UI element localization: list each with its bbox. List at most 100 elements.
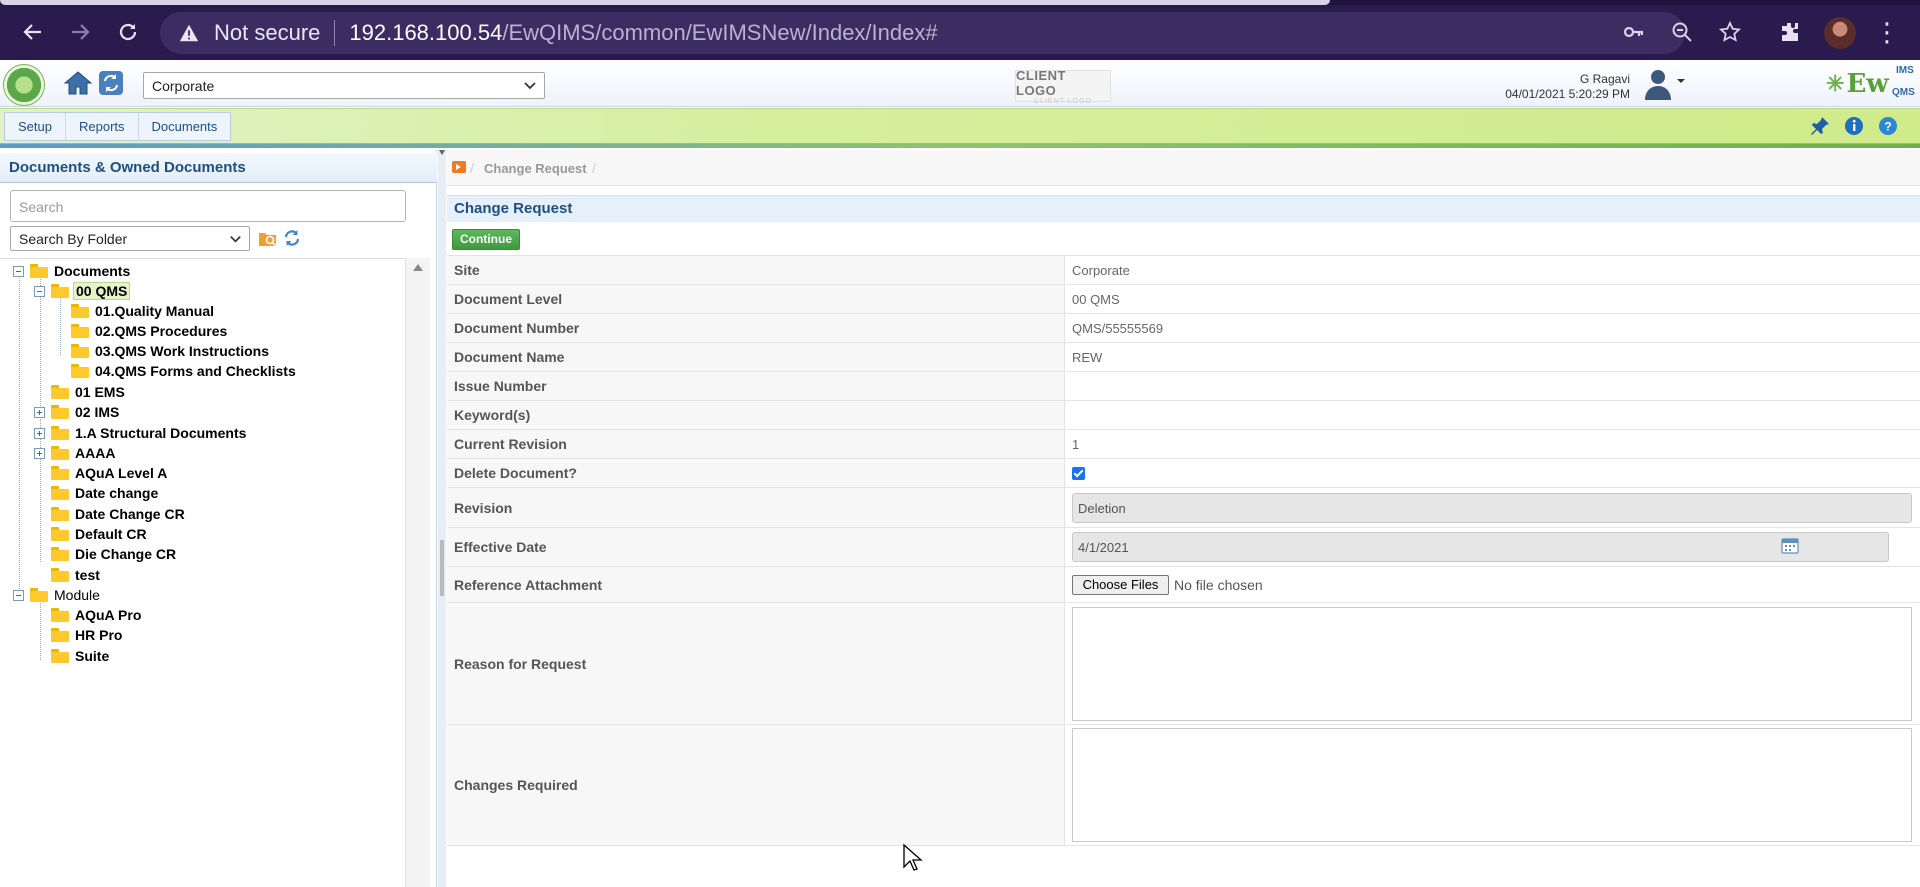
back-arrow-icon[interactable]	[13, 12, 53, 52]
info-icon[interactable]	[1843, 115, 1865, 137]
forward-arrow-icon[interactable]	[60, 12, 100, 52]
app-logo[interactable]	[3, 64, 45, 106]
home-icon[interactable]	[64, 70, 92, 96]
issue-number-label: Issue Number	[447, 372, 1065, 400]
address-separator	[334, 20, 336, 46]
tree-node-qms-forms-checklists[interactable]: 04.QMS Forms and Checklists	[71, 361, 298, 381]
breadcrumb: / Change Request /	[447, 150, 1920, 186]
app-header: Corporate CLIENT LOGO CLIENT LOGO G Raga…	[0, 60, 1920, 107]
document-tree: Documents 00 QMS 01.Quality Manual 02.QM…	[0, 258, 405, 887]
zoom-out-icon[interactable]	[1662, 12, 1702, 52]
breadcrumb-separator: /	[592, 160, 596, 176]
folder-icon	[51, 405, 69, 419]
tree-node-aaaa[interactable]: AAAA	[34, 443, 117, 463]
tree-node-aqua-pro[interactable]: AQuA Pro	[51, 605, 143, 625]
tree-node-module[interactable]: Module	[13, 585, 102, 605]
delete-document-value	[1066, 459, 1920, 487]
collapse-icon[interactable]	[34, 285, 45, 297]
folder-icon	[30, 588, 48, 602]
warning-icon	[179, 24, 199, 42]
calendar-icon[interactable]	[1781, 538, 1799, 554]
row-reason-for-request: Reason for Request	[447, 602, 1920, 724]
effective-date-input[interactable]: 4/1/2021	[1072, 532, 1889, 562]
tree-node-01-ems[interactable]: 01 EMS	[51, 382, 127, 402]
refresh-icon[interactable]	[98, 70, 124, 96]
delete-document-checkbox[interactable]	[1072, 466, 1085, 480]
expand-icon[interactable]	[34, 406, 45, 418]
tree-node-documents[interactable]: Documents	[13, 261, 132, 281]
tree-node-02-ims[interactable]: 02 IMS	[34, 402, 121, 422]
user-menu-chevron-icon[interactable]	[1675, 75, 1687, 87]
folder-icon	[71, 344, 89, 358]
document-level-value: 00 QMS	[1072, 291, 1120, 307]
changes-required-value	[1066, 725, 1920, 845]
user-datetime: 04/01/2021 5:20:29 PM	[1505, 87, 1630, 101]
menu-tab-documents[interactable]: Documents	[139, 113, 231, 140]
tree-node-hr-pro[interactable]: HR Pro	[51, 625, 124, 645]
folder-search-icon[interactable]	[258, 230, 278, 248]
key-icon[interactable]	[1614, 12, 1654, 52]
tree-node-die-change-cr[interactable]: Die Change CR	[51, 544, 178, 564]
browser-active-tab-edge[interactable]	[0, 0, 1330, 5]
documents-panel-title: Documents & Owned Documents	[0, 153, 437, 183]
tree-node-default-cr[interactable]: Default CR	[51, 524, 149, 544]
row-document-name: Document Name REW	[447, 342, 1920, 371]
row-document-number: Document Number QMS/55555569	[447, 313, 1920, 342]
folder-icon	[51, 547, 69, 561]
scroll-up-arrow-icon[interactable]	[413, 264, 423, 271]
browser-menu-icon[interactable]: ⋮	[1872, 12, 1902, 52]
tree-node-date-change-cr[interactable]: Date Change CR	[51, 504, 187, 524]
pin-icon[interactable]	[1809, 115, 1831, 137]
tree-node-suite[interactable]: Suite	[51, 646, 111, 666]
user-avatar-icon[interactable]	[1643, 67, 1673, 101]
row-changes-required: Changes Required	[447, 724, 1920, 846]
tree-guide	[40, 599, 41, 660]
menu-tabs: Setup Reports Documents	[4, 112, 232, 141]
tree-refresh-icon[interactable]	[283, 229, 301, 247]
expand-icon[interactable]	[34, 447, 45, 459]
revision-input[interactable]: Deletion	[1072, 492, 1912, 523]
site-dropdown[interactable]: Corporate	[143, 72, 545, 99]
row-document-level: Document Level 00 QMS	[447, 284, 1920, 313]
menu-tab-setup[interactable]: Setup	[5, 113, 66, 140]
reload-icon[interactable]	[108, 12, 148, 52]
extensions-icon[interactable]	[1770, 12, 1810, 52]
client-logo-reflection: CLIENT LOGO	[1034, 97, 1092, 105]
tree-node-aqua-level-a[interactable]: AQuA Level A	[51, 463, 169, 483]
folder-icon	[51, 385, 69, 399]
search-by-folder-dropdown[interactable]: Search By Folder	[10, 226, 250, 251]
tree-node-quality-manual[interactable]: 01.Quality Manual	[71, 301, 216, 321]
search-input[interactable]: Search	[10, 190, 406, 222]
tree-node-qms-work-instructions[interactable]: 03.QMS Work Instructions	[71, 341, 271, 361]
choose-files-button[interactable]: Choose Files	[1072, 574, 1169, 595]
tree-scrollbar[interactable]	[405, 258, 430, 887]
tree-node-00-qms[interactable]: 00 QMS	[34, 281, 131, 301]
help-icon[interactable]: ?	[1877, 115, 1899, 137]
site-label: Site	[447, 256, 1065, 284]
site-value: Corporate	[1072, 262, 1130, 278]
tree-node-structural-documents[interactable]: 1.A Structural Documents	[34, 423, 248, 443]
browser-profile-avatar[interactable]	[1824, 17, 1856, 49]
collapse-icon[interactable]	[13, 265, 24, 277]
folder-icon	[51, 527, 69, 541]
product-logo-star-icon: ✳	[1826, 71, 1845, 97]
document-name-value: REW	[1072, 349, 1103, 365]
continue-button[interactable]: Continue	[452, 229, 520, 250]
panel-splitter[interactable]	[438, 150, 446, 887]
star-icon[interactable]	[1710, 12, 1750, 52]
tree-node-date-change[interactable]: Date change	[51, 483, 160, 503]
folder-icon	[51, 466, 69, 480]
changes-required-textarea[interactable]	[1072, 728, 1912, 842]
address-bar[interactable]: Not secure 192.168.100.54/EwQIMS/common/…	[160, 12, 1685, 54]
tree-node-test[interactable]: test	[51, 565, 102, 585]
reason-for-request-textarea[interactable]	[1072, 606, 1912, 721]
tree-node-qms-procedures[interactable]: 02.QMS Procedures	[71, 321, 229, 341]
row-revision: Revision Deletion	[447, 487, 1920, 527]
breadcrumb-separator: /	[470, 160, 474, 176]
splitter-grip[interactable]	[440, 540, 444, 596]
breadcrumb-home-icon[interactable]	[451, 159, 467, 175]
menu-tab-reports[interactable]: Reports	[66, 113, 139, 140]
collapse-icon[interactable]	[13, 589, 24, 601]
splitter-collapse-icon[interactable]	[439, 150, 445, 155]
expand-icon[interactable]	[34, 427, 45, 439]
